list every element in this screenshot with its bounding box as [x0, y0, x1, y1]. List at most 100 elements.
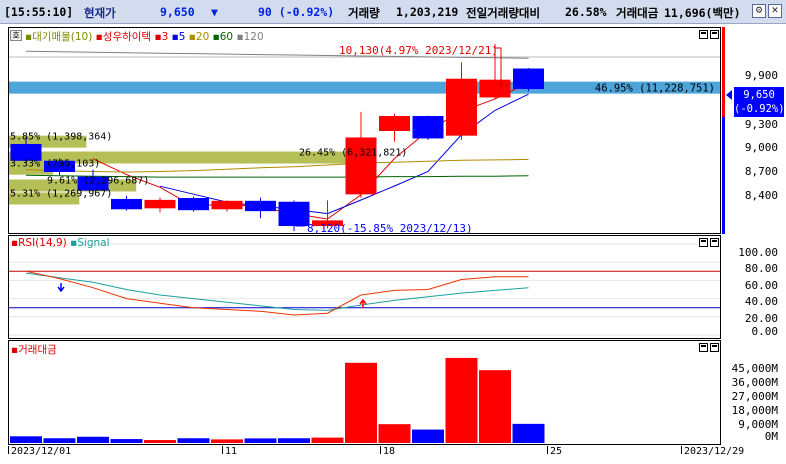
- price-tick: 8,400: [744, 189, 778, 202]
- prev-volume-ratio-label: 전일거래량대비: [466, 6, 541, 20]
- high-price-annotation: 10,130(4.97% 2023/12/21): [339, 44, 498, 57]
- legend-ma5-label[interactable]: 5: [179, 31, 186, 43]
- candle-body: [479, 79, 511, 98]
- trade-amount-bar: [10, 436, 42, 443]
- current-price-box-value: 9,650: [743, 89, 775, 101]
- legend-ma20-marker: ▪: [188, 31, 196, 43]
- date-axis-label: 2023/12/01: [11, 446, 72, 457]
- trade-amount-tick: 45,000M: [731, 362, 778, 375]
- trade-amount-bar: [144, 440, 176, 443]
- candle-body: [211, 200, 243, 210]
- volume-profile-label: 3.33% (795,103): [10, 159, 100, 170]
- rsi-chart-svg[interactable]: [9, 236, 720, 338]
- main-legend: ▪대기매물(10) ▪성우하이텍 ▪3 ▪5 ▪20 ▪60 ▪120: [25, 29, 264, 44]
- minimize-panel-icon[interactable]: [699, 30, 708, 39]
- candle-body: [446, 78, 477, 136]
- rsi-tick: 60.00: [744, 279, 778, 292]
- current-price-label: 현재가: [84, 6, 116, 20]
- trade-amount-bar: [211, 439, 243, 443]
- candle-body: [111, 198, 142, 210]
- legend-ma60-marker: ▪: [212, 31, 220, 43]
- candle-body: [379, 116, 410, 132]
- trade-amount-tick: 0M: [764, 430, 778, 443]
- rsi-axis: 100.00 80.00 60.00 40.00 20.00 0.00: [722, 235, 786, 339]
- price-chart-panel: 10,130(4.97% 2023/12/21) 8,120(-15.85% 20…: [8, 27, 721, 234]
- trade-amount-tick: 36,000M: [731, 376, 778, 389]
- price-chart-svg[interactable]: 10,130(4.97% 2023/12/21) 8,120(-15.85% 20…: [9, 28, 720, 233]
- trade-amount-chart-svg[interactable]: [9, 341, 720, 444]
- candle-body: [345, 137, 377, 195]
- legend-ma3-marker: ▪: [154, 31, 162, 43]
- volume-profile-label: 26.45% (6,321,821): [299, 148, 407, 159]
- quote-time: [15:55:10]: [4, 5, 74, 19]
- date-axis-label: 11: [225, 446, 238, 457]
- prev-volume-ratio: 26.58%: [565, 5, 607, 19]
- minimize-panel-icon[interactable]: [699, 343, 708, 352]
- close-panel-icon[interactable]: [710, 343, 719, 352]
- rsi-panel: ▪RSI(14,9) ▪Signal: [8, 235, 721, 339]
- trade-amount-bar: [412, 429, 444, 443]
- trade-amount: 11,696(백만): [664, 6, 741, 20]
- price-axis-down-bar: [722, 117, 725, 234]
- legend-profile-label[interactable]: 대기매물(10): [32, 31, 92, 43]
- trade-amount-tick: 27,000M: [731, 390, 778, 403]
- legend-stock-label[interactable]: 성우하이텍: [103, 31, 151, 43]
- trade-amount-bar: [43, 438, 76, 443]
- trade-amount-axis: 45,000M 36,000M 27,000M 18,000M 9,000M 0…: [722, 340, 786, 445]
- rsi-tick: 80.00: [744, 262, 778, 275]
- trade-amount-tick: 18,000M: [731, 404, 778, 417]
- volume-profile-label: 9.61% (2,296,687): [47, 175, 149, 186]
- date-axis-label: 2023/12/29: [684, 446, 745, 457]
- legend-ma120-label[interactable]: 120: [244, 31, 264, 43]
- current-price-box: 9,650 (-0.92%): [734, 87, 785, 117]
- close-icon[interactable]: ✕: [768, 4, 782, 18]
- price-tick: 8,700: [744, 165, 778, 178]
- candle-body: [245, 200, 276, 212]
- gear-icon[interactable]: ⚙: [752, 4, 766, 18]
- price-change: 90 (-0.92%): [258, 5, 335, 19]
- current-price-pointer-icon: [726, 90, 732, 100]
- trade-amount-legend: ▪거래대금: [11, 342, 57, 357]
- close-panel-icon[interactable]: [710, 238, 719, 247]
- close-panel-icon[interactable]: [710, 30, 719, 39]
- legend-trade-amount-label[interactable]: 거래대금: [18, 344, 57, 356]
- rsi-line: [25, 270, 529, 316]
- trade-amount-bar: [345, 362, 377, 443]
- candle-body: [144, 199, 176, 209]
- rsi-legend: ▪RSI(14,9) ▪Signal: [11, 237, 110, 249]
- current-price: 9,650: [160, 5, 195, 19]
- trade-amount-bar: [512, 423, 545, 443]
- rsi-tick: 0.00: [751, 325, 779, 338]
- profile-top-label: 46.95% (11,228,751): [595, 83, 715, 95]
- date-axis-label: 18: [383, 446, 396, 457]
- trade-amount-bar: [177, 438, 210, 443]
- candle-body: [278, 201, 310, 227]
- legend-ma3-label[interactable]: 3: [162, 31, 169, 43]
- trade-amount-bar: [244, 438, 277, 443]
- indicator-toggle-icon[interactable]: 호: [10, 30, 22, 41]
- candle-body: [513, 68, 544, 90]
- legend-signal-label[interactable]: Signal: [77, 237, 109, 249]
- volume-value: 1,203,219: [396, 5, 459, 19]
- volume-label: 거래량: [348, 6, 380, 20]
- buy-signal-arrow-icon: [359, 298, 367, 308]
- current-price-box-change: (-0.92%): [734, 103, 785, 115]
- price-axis: 9,900 9,300 9,000 8,700 8,400 9,650 (-0.…: [722, 27, 786, 234]
- legend-ma20-label[interactable]: 20: [196, 31, 209, 43]
- legend-ma60-label[interactable]: 60: [220, 31, 233, 43]
- price-tick: 9,900: [744, 69, 778, 82]
- price-tick: 9,000: [744, 141, 778, 154]
- rsi-tick: 20.00: [744, 312, 778, 325]
- trade-amount-label: 거래대금: [616, 6, 659, 20]
- minimize-panel-icon[interactable]: [699, 238, 708, 247]
- legend-stock-marker: ▪: [95, 31, 103, 43]
- volume-profile-label: 5.85% (1,398,364): [10, 132, 112, 143]
- legend-rsi-label[interactable]: RSI(14,9): [18, 237, 67, 249]
- legend-ma5-marker: ▪: [171, 31, 179, 43]
- date-axis-label: 25: [550, 446, 563, 457]
- rsi-signal-line: [25, 272, 529, 311]
- trade-amount-bar: [445, 357, 478, 443]
- date-axis: 2023/12/01 11 18 25 2023/12/29: [8, 446, 786, 464]
- trade-amount-bar: [479, 370, 511, 443]
- candle-body: [412, 116, 444, 139]
